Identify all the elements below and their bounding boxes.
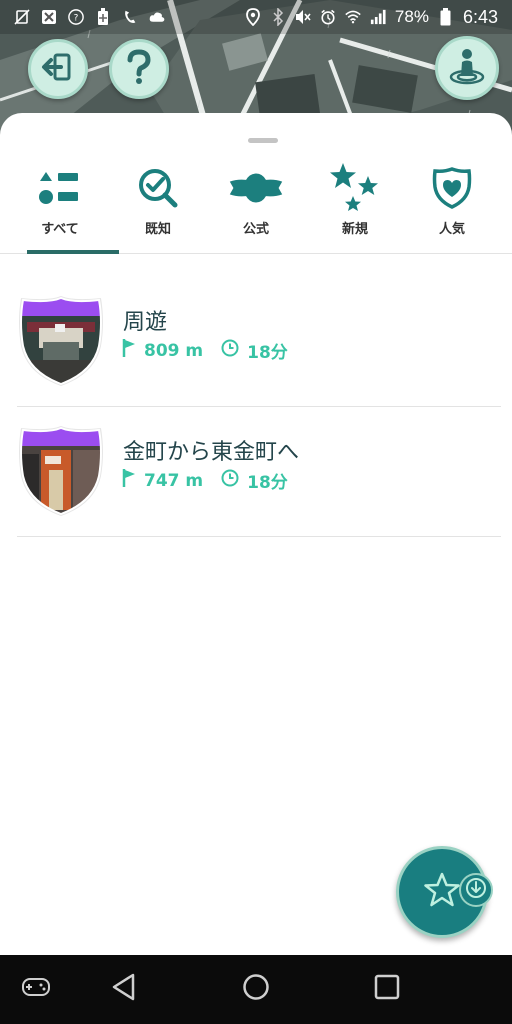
route-badge — [19, 294, 103, 386]
tab-popular[interactable]: 人気 — [402, 158, 502, 254]
battery-icon — [438, 8, 454, 26]
wifi-icon — [345, 9, 361, 25]
battery-saver-icon — [95, 8, 111, 25]
download-icon — [465, 877, 487, 903]
tab-official-label: 公式 — [242, 222, 269, 237]
clock: 6:43 — [462, 6, 498, 27]
banner-icon — [228, 164, 284, 212]
call-settings-icon — [122, 9, 138, 25]
route-title: 周遊 — [123, 310, 168, 335]
route-distance: 747 m — [144, 470, 204, 491]
svg-text:?: ? — [74, 14, 79, 24]
clock-icon — [221, 339, 239, 362]
flag-icon — [122, 468, 136, 493]
route-title: 金町から東金町へ — [123, 440, 300, 465]
x-app-icon — [41, 9, 57, 25]
star-icon — [423, 872, 461, 912]
player-profile-button[interactable] — [435, 36, 499, 100]
divider — [17, 536, 501, 537]
question-icon — [124, 49, 154, 89]
status-bar: ? 78% 6:43 — [0, 0, 512, 34]
back-triangle-icon — [111, 973, 137, 1005]
battery-percent: 78% — [394, 7, 429, 26]
gamepad-icon — [21, 976, 51, 1002]
flag-icon — [122, 338, 136, 363]
location-icon — [245, 8, 261, 26]
cloud-icon — [149, 9, 165, 25]
tab-popular-label: 人気 — [438, 222, 465, 237]
clock-icon — [221, 469, 239, 492]
system-nav-bar — [0, 955, 512, 1024]
signal-icon — [370, 9, 386, 25]
search-check-icon — [130, 164, 186, 212]
tab-new[interactable]: 新規 — [305, 158, 405, 254]
recents-button[interactable] — [371, 973, 403, 1005]
route-distance: 809 m — [144, 340, 204, 361]
recents-square-icon — [373, 973, 401, 1005]
route-duration: 18分 — [247, 343, 288, 363]
help-button[interactable] — [109, 39, 169, 99]
route-duration: 18分 — [247, 473, 288, 493]
tab-all[interactable]: すべて — [10, 158, 110, 254]
tab-known[interactable]: 既知 — [108, 158, 208, 254]
route-badge — [19, 424, 103, 516]
tab-official[interactable]: 公式 — [206, 158, 306, 254]
game-controller-button[interactable] — [20, 973, 52, 1005]
alarm-icon — [320, 9, 336, 25]
route-item[interactable]: 金町から東金町へ 747 m 18分 — [0, 412, 512, 542]
exit-icon — [41, 50, 75, 88]
mute-icon — [295, 9, 311, 25]
stars-icon — [327, 163, 383, 212]
drag-handle[interactable] — [248, 138, 278, 143]
route-item[interactable]: 周遊 809 m 18分 — [0, 282, 512, 412]
bluetooth-icon — [270, 8, 286, 26]
tab-known-label: 既知 — [144, 222, 171, 237]
wifi-question-icon: ? — [68, 9, 84, 25]
route-meta: 747 m 18分 — [122, 468, 288, 493]
home-circle-icon — [242, 973, 270, 1005]
back-button[interactable] — [108, 973, 140, 1005]
route-meta: 809 m 18分 — [122, 338, 288, 363]
no-sim-icon — [14, 9, 30, 25]
filter-tabs: すべて 既知 公式 新規 人気 — [0, 158, 512, 254]
tab-active-indicator — [27, 250, 119, 254]
tab-new-label: 新規 — [341, 222, 368, 237]
divider — [17, 406, 501, 407]
player-pin-icon — [447, 46, 487, 90]
tab-all-label: すべて — [41, 222, 79, 237]
list-icon — [32, 164, 88, 212]
exit-button[interactable] — [28, 39, 88, 99]
home-button[interactable] — [240, 973, 272, 1005]
download-badge[interactable] — [459, 873, 493, 907]
heart-shield-icon — [424, 164, 480, 212]
